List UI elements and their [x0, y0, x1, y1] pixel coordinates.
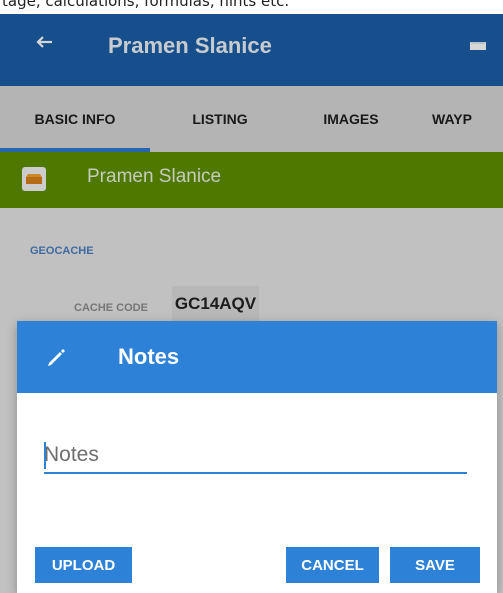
cancel-button[interactable]: CANCEL: [286, 547, 379, 583]
upload-button[interactable]: UPLOAD: [35, 547, 132, 583]
save-button[interactable]: SAVE: [390, 547, 480, 583]
top-clipped-text: tage, calculations, formulas, hints etc.: [2, 0, 290, 10]
dialog-header: Notes: [17, 321, 497, 393]
notes-dialog: Notes UPLOAD CANCEL SAVE: [17, 321, 497, 593]
dialog-title: Notes: [118, 344, 180, 369]
notes-input[interactable]: [44, 438, 467, 474]
app-screen: Pramen Slanice BASIC INFO LISTING IMAGES…: [0, 14, 503, 593]
text-cursor: [44, 442, 46, 469]
pencil-icon: [45, 345, 69, 369]
